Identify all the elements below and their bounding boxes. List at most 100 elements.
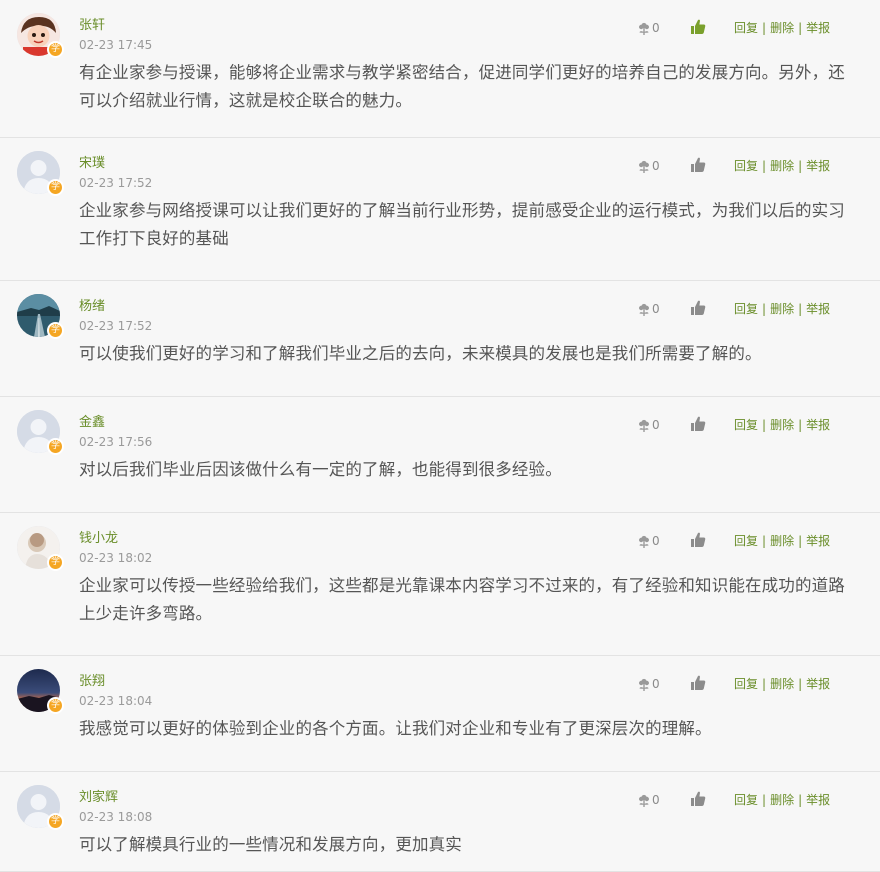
comment-content: 有企业家参与授课，能够将企业需求与教学紧密结合，促进同学们更好的培养自己的发展方… (79, 63, 845, 110)
separator: | (762, 418, 767, 432)
thumbs-up-icon (690, 156, 706, 173)
comment-actions: 回复 | 删除 | 举报 (734, 677, 830, 691)
reply-link[interactable]: 回复 (734, 418, 758, 432)
reply-link[interactable]: 回复 (734, 302, 758, 316)
report-link[interactable]: 举报 (806, 21, 830, 35)
reply-link[interactable]: 回复 (734, 534, 758, 548)
reply-link[interactable]: 回复 (734, 677, 758, 691)
student-badge: 学 (47, 813, 64, 830)
comment-actions: 回复 | 删除 | 举报 (734, 793, 830, 807)
delete-link[interactable]: 删除 (770, 534, 794, 548)
comment-author[interactable]: 刘家辉 (79, 790, 118, 806)
delete-link[interactable]: 删除 (770, 21, 794, 35)
flower-count: 0 (652, 677, 660, 691)
flower-button[interactable]: 0 (637, 417, 660, 433)
like-button[interactable] (690, 674, 706, 691)
avatar[interactable]: 学 (17, 669, 64, 714)
student-badge: 学 (47, 554, 64, 571)
separator: | (762, 534, 767, 548)
comment-actions: 回复 | 删除 | 举报 (734, 159, 830, 173)
thumbs-up-icon (690, 18, 706, 35)
comment-list: 学 张轩 02-23 17:45 0 回复 | 删除 | 举报 有企业家参与授课… (0, 0, 880, 872)
delete-link[interactable]: 删除 (770, 302, 794, 316)
avatar[interactable]: 学 (17, 13, 64, 58)
comment-content: 企业家可以传授一些经验给我们，这些都是光靠课本内容学习不过来的，有了经验和知识能… (79, 576, 845, 623)
comment-author[interactable]: 张轩 (79, 18, 105, 34)
flower-button[interactable]: 0 (637, 676, 660, 692)
flower-count: 0 (652, 159, 660, 173)
avatar[interactable]: 学 (17, 410, 64, 455)
flower-icon (637, 159, 651, 174)
comment-time: 02-23 18:08 (79, 810, 153, 824)
report-link[interactable]: 举报 (806, 677, 830, 691)
comment-time: 02-23 18:02 (79, 551, 153, 565)
comment-item: 学 金鑫 02-23 17:56 0 回复 | 删除 | 举报 对以后我们毕业后… (0, 397, 880, 513)
comment-actions: 回复 | 删除 | 举报 (734, 534, 830, 548)
separator: | (798, 159, 803, 173)
avatar[interactable]: 学 (17, 785, 64, 830)
student-badge: 学 (47, 697, 64, 714)
like-button[interactable] (690, 531, 706, 548)
thumbs-up-icon (690, 674, 706, 691)
flower-count: 0 (652, 302, 660, 316)
flower-icon (637, 21, 651, 36)
reply-link[interactable]: 回复 (734, 21, 758, 35)
report-link[interactable]: 举报 (806, 534, 830, 548)
separator: | (798, 534, 803, 548)
student-badge: 学 (47, 438, 64, 455)
delete-link[interactable]: 删除 (770, 793, 794, 807)
flower-button[interactable]: 0 (637, 158, 660, 174)
separator: | (762, 159, 767, 173)
thumbs-up-icon (690, 299, 706, 316)
report-link[interactable]: 举报 (806, 793, 830, 807)
comment-content: 我感觉可以更好的体验到企业的各个方面。让我们对企业和专业有了更深层次的理解。 (79, 719, 712, 738)
delete-link[interactable]: 删除 (770, 159, 794, 173)
flower-icon (637, 677, 651, 692)
comment-author[interactable]: 钱小龙 (79, 531, 118, 547)
like-button[interactable] (690, 18, 706, 35)
comment-actions: 回复 | 删除 | 举报 (734, 302, 830, 316)
comment-time: 02-23 17:45 (79, 38, 153, 52)
separator: | (798, 793, 803, 807)
delete-link[interactable]: 删除 (770, 418, 794, 432)
separator: | (798, 21, 803, 35)
comment-author[interactable]: 杨绪 (79, 299, 105, 315)
comment-author[interactable]: 张翔 (79, 674, 105, 690)
avatar[interactable]: 学 (17, 294, 64, 339)
thumbs-up-icon (690, 531, 706, 548)
like-button[interactable] (690, 156, 706, 173)
flower-count: 0 (652, 793, 660, 807)
flower-button[interactable]: 0 (637, 792, 660, 808)
delete-link[interactable]: 删除 (770, 677, 794, 691)
comment-time: 02-23 17:52 (79, 319, 153, 333)
flower-count: 0 (652, 21, 660, 35)
report-link[interactable]: 举报 (806, 418, 830, 432)
comment-actions: 回复 | 删除 | 举报 (734, 21, 830, 35)
flower-button[interactable]: 0 (637, 533, 660, 549)
flower-button[interactable]: 0 (637, 301, 660, 317)
report-link[interactable]: 举报 (806, 302, 830, 316)
like-button[interactable] (690, 415, 706, 432)
reply-link[interactable]: 回复 (734, 159, 758, 173)
student-badge: 学 (47, 41, 64, 58)
comment-item: 学 杨绪 02-23 17:52 0 回复 | 删除 | 举报 可以使我们更好的… (0, 281, 880, 397)
student-badge: 学 (47, 322, 64, 339)
comment-author[interactable]: 宋璞 (79, 156, 105, 172)
comment-item: 学 宋璞 02-23 17:52 0 回复 | 删除 | 举报 企业家参与网络授… (0, 138, 880, 281)
separator: | (798, 302, 803, 316)
flower-button[interactable]: 0 (637, 20, 660, 36)
like-button[interactable] (690, 790, 706, 807)
report-link[interactable]: 举报 (806, 159, 830, 173)
student-badge: 学 (47, 179, 64, 196)
like-button[interactable] (690, 299, 706, 316)
reply-link[interactable]: 回复 (734, 793, 758, 807)
flower-icon (637, 418, 651, 433)
thumbs-up-icon (690, 415, 706, 432)
comment-item: 学 钱小龙 02-23 18:02 0 回复 | 删除 | 举报 企业家可以传授… (0, 513, 880, 656)
comment-item: 学 刘家辉 02-23 18:08 0 回复 | 删除 | 举报 可以了解模具行… (0, 772, 880, 872)
avatar[interactable]: 学 (17, 151, 64, 196)
comment-author[interactable]: 金鑫 (79, 415, 105, 431)
comment-content: 企业家参与网络授课可以让我们更好的了解当前行业形势，提前感受企业的运行模式，为我… (79, 201, 845, 248)
comment-item: 学 张轩 02-23 17:45 0 回复 | 删除 | 举报 有企业家参与授课… (0, 0, 880, 138)
avatar[interactable]: 学 (17, 526, 64, 571)
